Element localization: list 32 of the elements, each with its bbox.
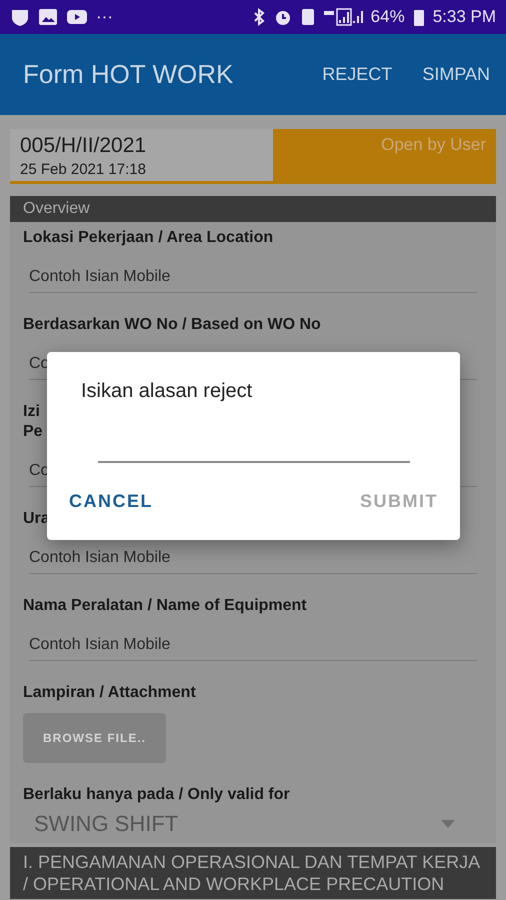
sim-icon [300,8,315,26]
dialog-title: Isikan alasan reject [81,380,254,403]
app-bar-action[interactable]: SIMPAN [422,58,490,91]
browse-file-button[interactable]: BROWSE FILE.. [23,713,166,763]
more-notifications-icon: ··· [96,7,113,27]
text-field[interactable]: Contoh Isian Mobile [29,636,477,661]
dropdown-value[interactable]: SWING SHIFT [34,811,441,837]
section-header: Overview [10,196,496,222]
signal-icon [322,8,363,26]
field-label: Berdasarkan WO No / Based on WO No [23,315,321,335]
text-field[interactable]: Contoh Isian Mobile [29,268,477,293]
bluetooth-icon [252,8,265,26]
battery-percentage: 64% [370,7,405,27]
video-icon [66,8,88,26]
shield-icon [10,8,30,26]
dropdown-caret-icon[interactable] [441,820,455,828]
record-number: 005/H/II/2021 [20,134,148,158]
status-label: Open by User [381,135,486,156]
screen-title: Form HOT WORK [23,59,234,90]
image-icon [38,8,58,26]
field-label: Lokasi Pekerjaan / Area Location [23,228,274,248]
clock-time: 5:33 PM [432,7,496,27]
record-date: 25 Feb 2021 17:18 [20,161,147,178]
section-header: I. PENGAMANAN OPERASIONAL DAN TEMPAT KERJA / OPERATIONAL AND WORKPLACE PRECAUTION [10,847,496,899]
battery-icon [412,8,425,26]
field-label: Nama Peralatan / Name of Equipment [23,596,307,616]
field-label: Izi Pe [23,402,43,442]
field-label: Lampiran / Attachment [23,683,196,703]
field-label: Berlaku hanya pada / Only valid for [23,785,290,805]
app-bar-action[interactable]: REJECT [322,58,392,91]
dialog-button[interactable]: CANCEL [69,487,153,516]
text-field[interactable]: Contoh Isian Mobile [29,549,477,574]
